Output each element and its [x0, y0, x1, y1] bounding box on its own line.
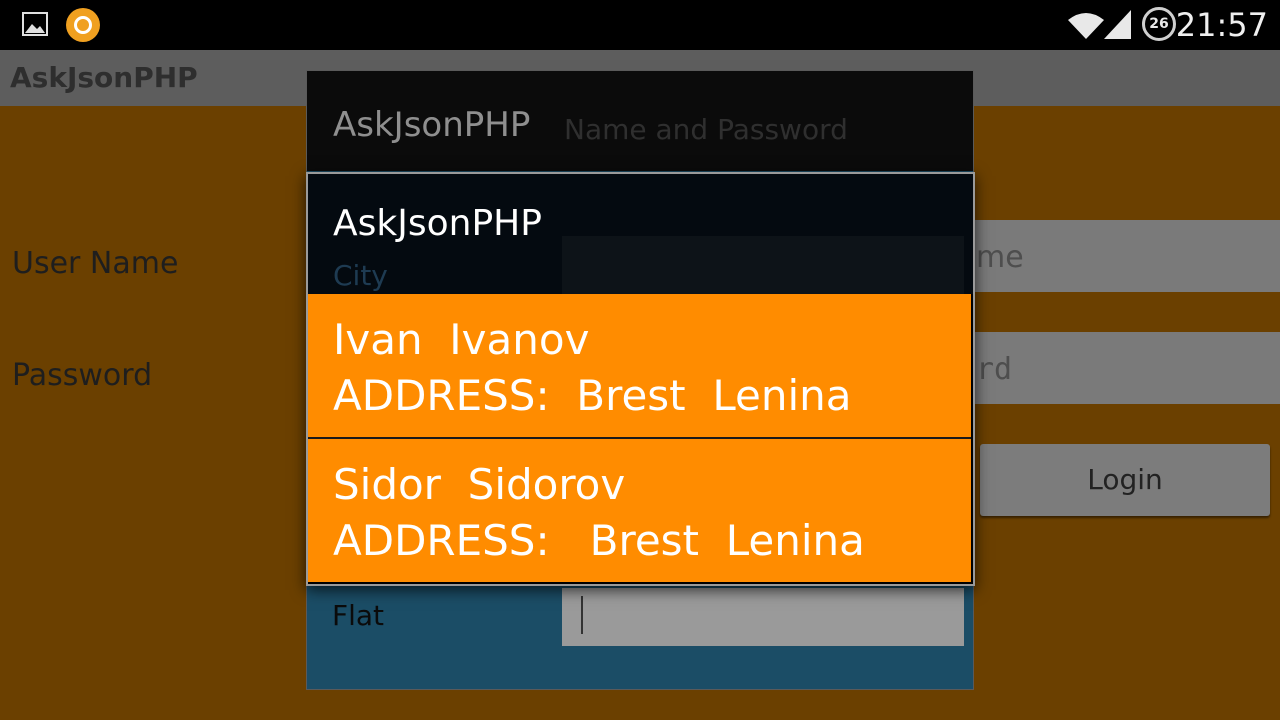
person-name: Ivan Ivanov — [333, 315, 590, 364]
results-dialog-title: AskJsonPHP — [333, 203, 542, 244]
person-name: Sidor Sidorov — [333, 460, 626, 509]
password-label: Password — [12, 358, 153, 393]
text-cursor — [581, 596, 583, 634]
avast-icon — [66, 8, 100, 42]
flat-input[interactable] — [562, 588, 964, 646]
login-button[interactable]: Login — [980, 444, 1270, 516]
person-address: ADDRESS: Brest Lenina — [333, 371, 852, 420]
details-dialog-subtitle: Name and Password — [564, 113, 848, 146]
password-hint: rd — [976, 352, 1013, 387]
signal-icon — [1102, 8, 1132, 40]
city-input-behind — [562, 236, 964, 294]
app-title: AskJsonPHP — [10, 61, 198, 94]
wifi-icon — [1066, 10, 1106, 40]
details-dialog-title: AskJsonPHP — [333, 105, 531, 145]
person-address: ADDRESS: Brest Lenina — [333, 516, 865, 565]
battery-indicator: 26 — [1142, 7, 1176, 41]
flat-label: Flat — [332, 599, 385, 632]
username-hint: me — [976, 240, 1024, 275]
status-time: 21:57 — [1175, 6, 1268, 44]
city-label-behind: City — [333, 259, 388, 292]
list-item[interactable]: Ivan Ivanov ADDRESS: Brest Lenina — [308, 294, 971, 437]
username-label: User Name — [12, 246, 179, 281]
list-item[interactable]: Sidor Sidorov ADDRESS: Brest Lenina — [308, 439, 971, 582]
gallery-icon — [22, 12, 48, 36]
